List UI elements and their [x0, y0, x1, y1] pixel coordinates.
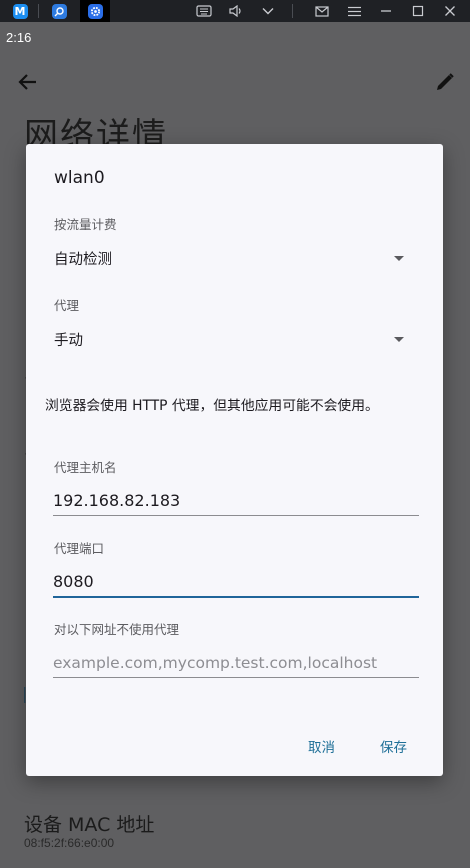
mac-address-label: 设备 MAC 地址 — [24, 814, 155, 836]
dropdown-caret-icon — [394, 255, 404, 261]
taskbar-app-settings[interactable] — [80, 0, 110, 22]
metered-value: 自动检测 — [54, 251, 112, 268]
metered-label: 按流量计费 — [54, 217, 117, 232]
proxy-label: 代理 — [54, 298, 80, 313]
menu-icon[interactable] — [340, 0, 368, 22]
cancel-button[interactable]: 取消 — [302, 732, 341, 760]
proxy-value: 手动 — [54, 332, 83, 349]
status-time: 2:16 — [6, 30, 32, 45]
hostname-input[interactable] — [53, 485, 419, 516]
taskbar-app-files[interactable] — [44, 0, 74, 22]
back-arrow-icon[interactable] — [16, 70, 40, 98]
volume-icon[interactable] — [222, 0, 250, 22]
edit-pencil-icon[interactable] — [433, 70, 457, 98]
mac-address-value: 08:f5:2f:66:e0:00 — [24, 836, 115, 850]
mail-icon[interactable] — [308, 0, 336, 22]
status-bar: 2:16 — [0, 22, 470, 52]
proxy-hint-text: 浏览器会使用 HTTP 代理，但其他应用可能不会使用。 — [45, 398, 379, 414]
settings-gear-icon — [87, 3, 103, 19]
taskbar-app-launcher[interactable]: M — [5, 0, 35, 22]
bypass-label: 对以下网址不使用代理 — [54, 622, 180, 637]
port-input[interactable] — [53, 566, 419, 598]
close-icon[interactable] — [436, 0, 464, 22]
proxy-settings-dialog: wlan0 按流量计费 自动检测 代理 手动 浏览器会使用 HTTP 代理，但其… — [26, 144, 443, 776]
app-logo-icon: M — [12, 3, 28, 19]
minimize-icon[interactable] — [372, 0, 400, 22]
keyboard-icon[interactable] — [190, 0, 218, 22]
host-taskbar: M — [0, 0, 470, 22]
port-label: 代理端口 — [54, 541, 105, 556]
dialog-title: wlan0 — [54, 168, 105, 188]
save-button[interactable]: 保存 — [374, 732, 413, 760]
proxy-dropdown[interactable]: 手动 — [54, 325, 406, 353]
chevron-down-icon[interactable] — [254, 0, 282, 22]
metered-dropdown[interactable]: 自动检测 — [54, 244, 406, 272]
folder-icon — [51, 3, 67, 19]
hostname-label: 代理主机名 — [54, 460, 117, 475]
maximize-icon[interactable] — [404, 0, 432, 22]
dropdown-caret-icon — [394, 336, 404, 342]
bypass-input[interactable] — [53, 647, 419, 678]
